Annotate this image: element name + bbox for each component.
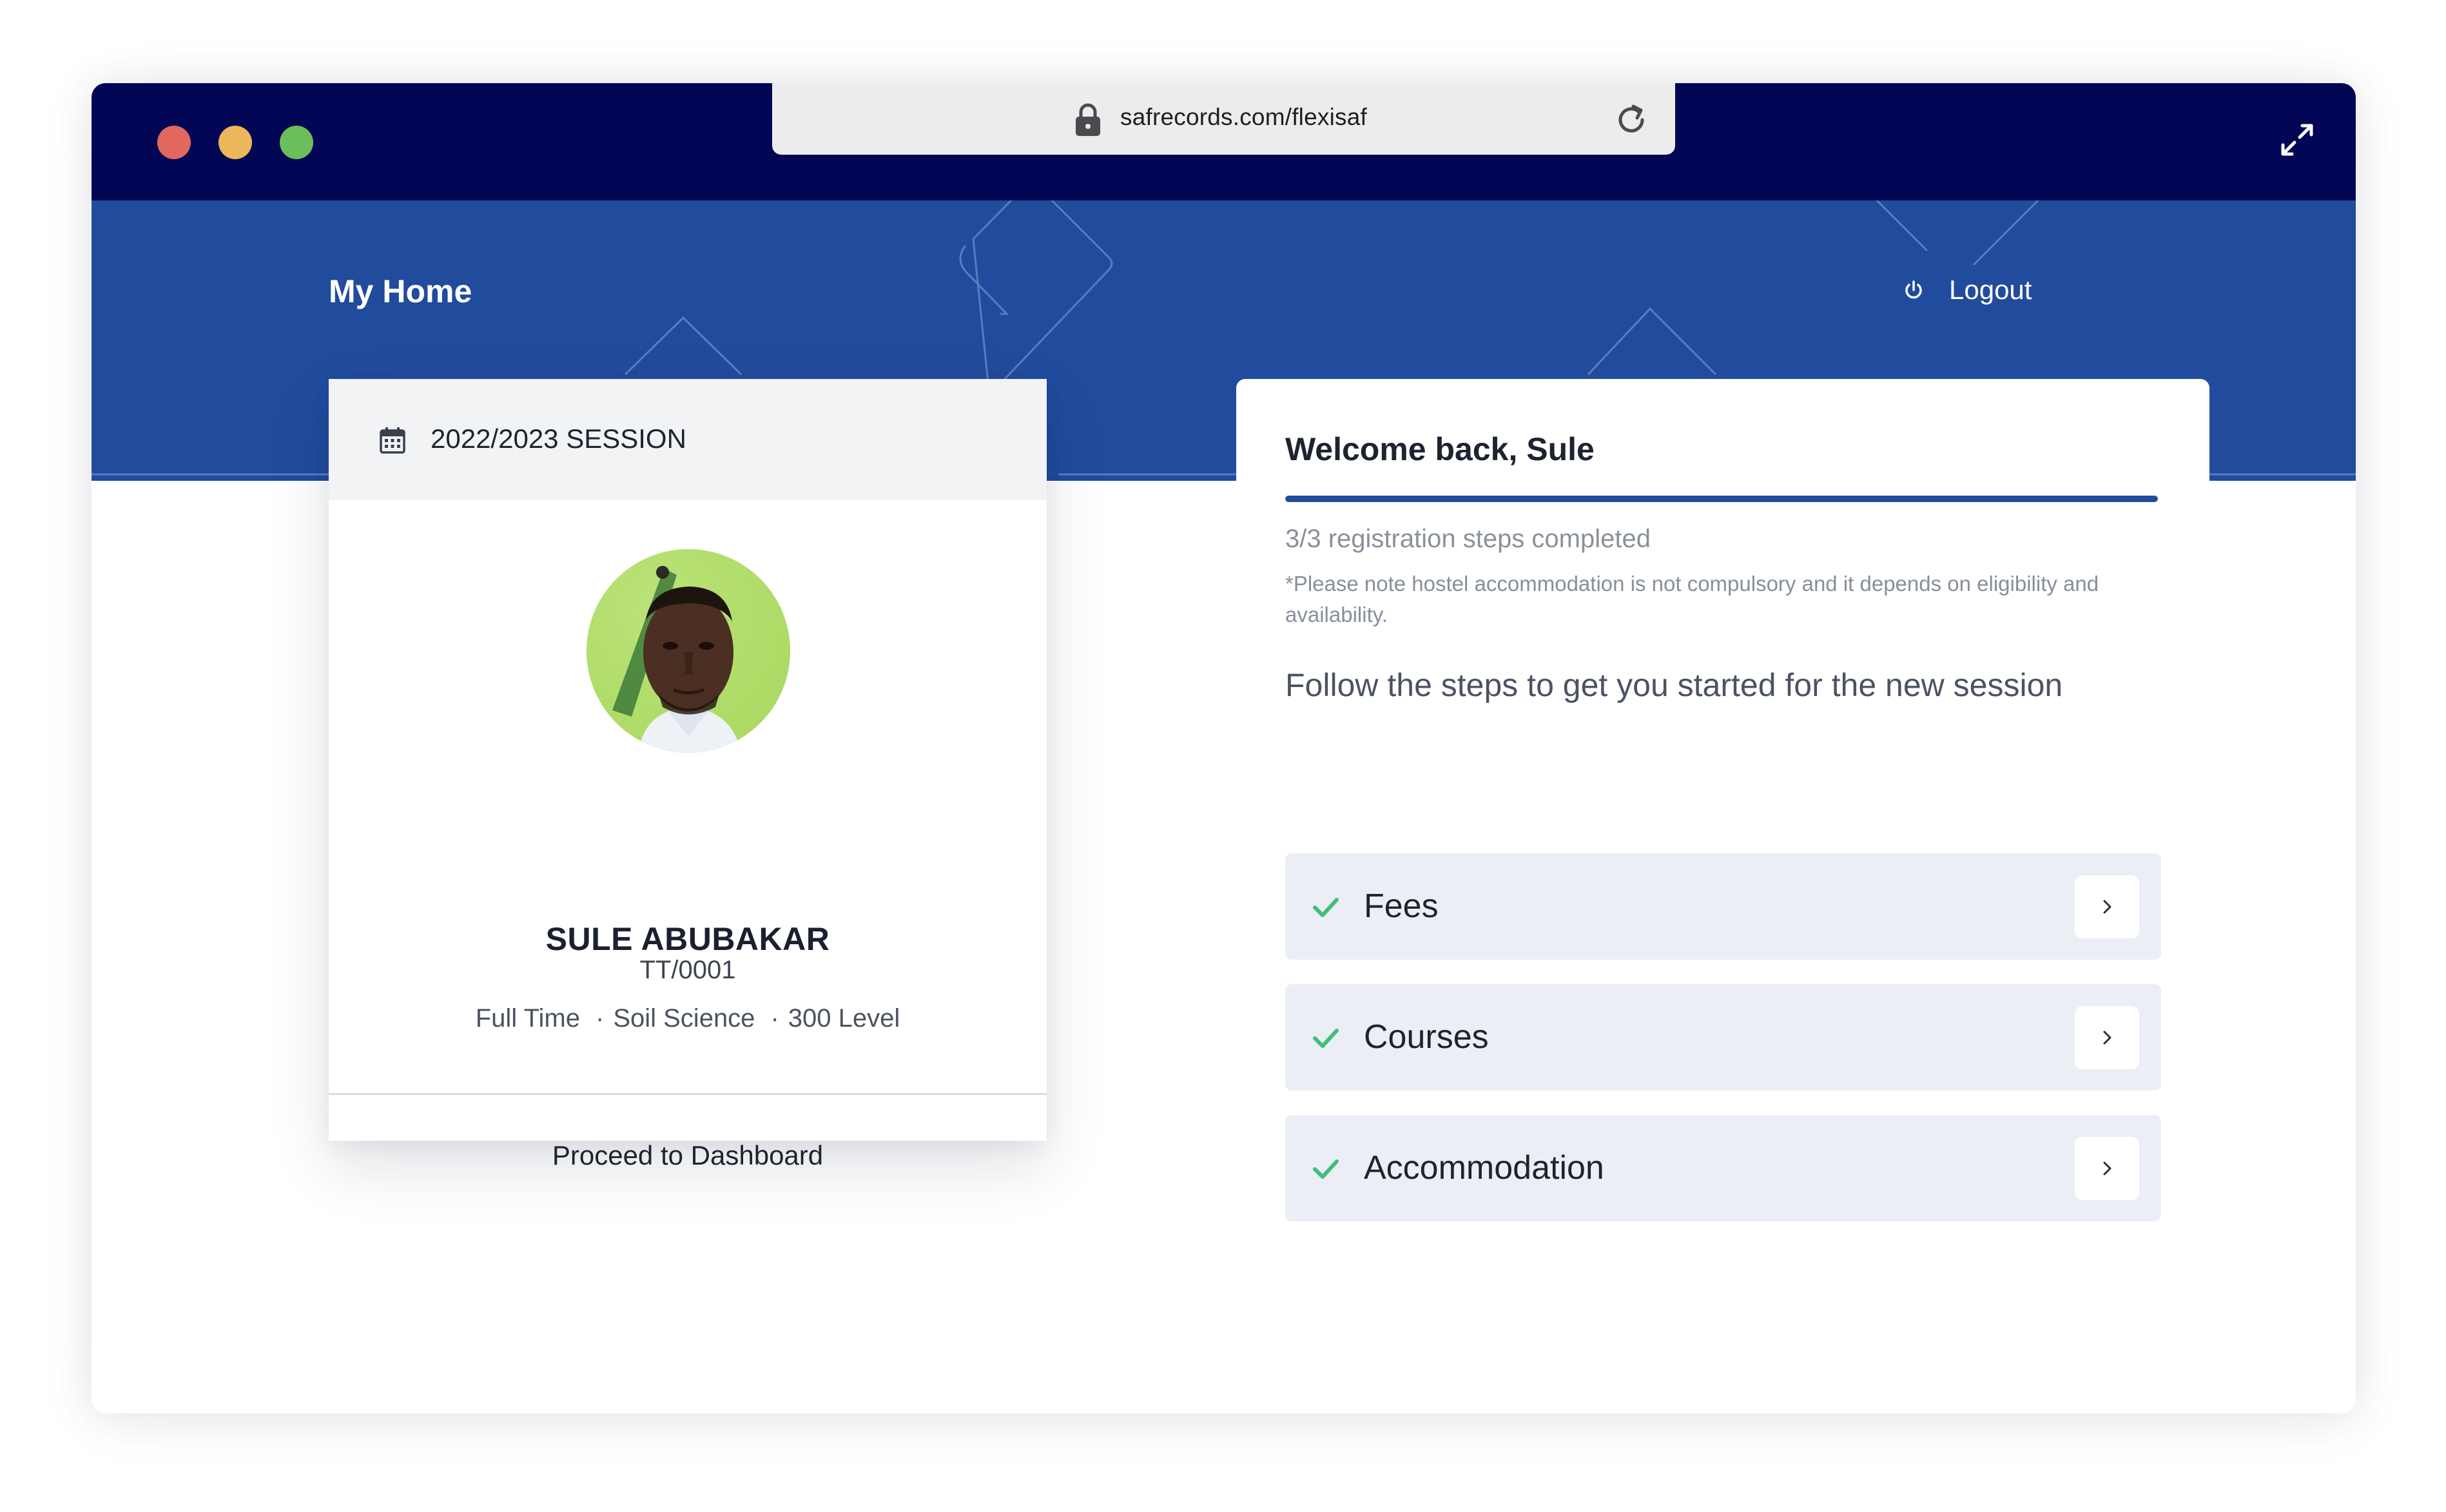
chevron-right-icon (2103, 1161, 2111, 1176)
session-bar: 2022/2023 SESSION (329, 379, 1047, 500)
department: Soil Science (613, 1004, 755, 1032)
page-title: My Home (329, 273, 472, 309)
step-fees[interactable]: Fees (1285, 853, 2161, 960)
reload-icon[interactable] (1614, 102, 1649, 137)
step-courses-open-button[interactable] (2075, 1006, 2139, 1069)
step-courses[interactable]: Courses (1285, 984, 2161, 1090)
maximize-window-button[interactable] (280, 126, 313, 159)
step-label: Fees (1364, 887, 1439, 925)
step-label: Accommodation (1364, 1149, 1604, 1187)
chevron-right-icon (2103, 1031, 2111, 1045)
study-mode: Full Time (475, 1004, 580, 1032)
level: 300 Level (788, 1004, 900, 1032)
steps-completed-text: 3/3 registration steps completed (1285, 525, 1651, 553)
avatar (587, 549, 790, 753)
hostel-note: *Please note hostel accommodation is not… (1285, 572, 2099, 626)
step-accommodation[interactable]: Accommodation (1285, 1115, 2161, 1221)
check-icon (1313, 1029, 1339, 1048)
power-icon (1905, 280, 1922, 299)
browser-titlebar: safrecords.com/flexisaf (92, 83, 2356, 200)
proceed-to-dashboard-button[interactable]: Proceed to Dashboard (329, 1095, 1047, 1216)
session-label: 2022/2023 SESSION (431, 423, 686, 454)
step-fees-open-button[interactable] (2075, 875, 2139, 938)
url-text: safrecords.com/flexisaf (1120, 104, 1367, 130)
calendar-icon (380, 427, 405, 454)
minimize-window-button[interactable] (218, 126, 252, 159)
check-icon (1313, 898, 1339, 917)
chevron-right-icon (2103, 900, 2111, 914)
profile-card: 2022/2023 SESSION SULE ABUBAKAR TT/0001 … (329, 379, 1047, 1170)
registration-progress-bar (1285, 496, 2158, 502)
logout-button[interactable]: Logout (1903, 274, 2032, 306)
separator: · (770, 1004, 779, 1032)
step-label: Courses (1364, 1018, 1489, 1056)
browser-window: safrecords.com/flexisaf My Home Logout 2… (92, 83, 2356, 1413)
welcome-card: Welcome back, Sule 3/3 registration step… (1236, 379, 2209, 1221)
avatar-photo (587, 549, 790, 753)
student-meta: Full Time · Soil Science · 300 Level (329, 1004, 1047, 1033)
separator: · (595, 1004, 605, 1032)
step-accommodation-open-button[interactable] (2075, 1137, 2139, 1200)
lock-icon (1076, 103, 1100, 136)
close-window-button[interactable] (157, 126, 191, 159)
address-bar[interactable]: safrecords.com/flexisaf (772, 83, 1675, 155)
welcome-title: Welcome back, Sule (1285, 431, 1595, 467)
expand-icon[interactable] (2278, 121, 2316, 159)
check-icon (1313, 1159, 1339, 1179)
student-name: SULE ABUBAKAR (545, 921, 830, 957)
student-id: TT/0001 (639, 956, 736, 984)
follow-steps-heading: Follow the steps to get you started for … (1285, 667, 2063, 703)
logout-label: Logout (1949, 275, 2032, 305)
progress-fill (1285, 496, 2158, 502)
